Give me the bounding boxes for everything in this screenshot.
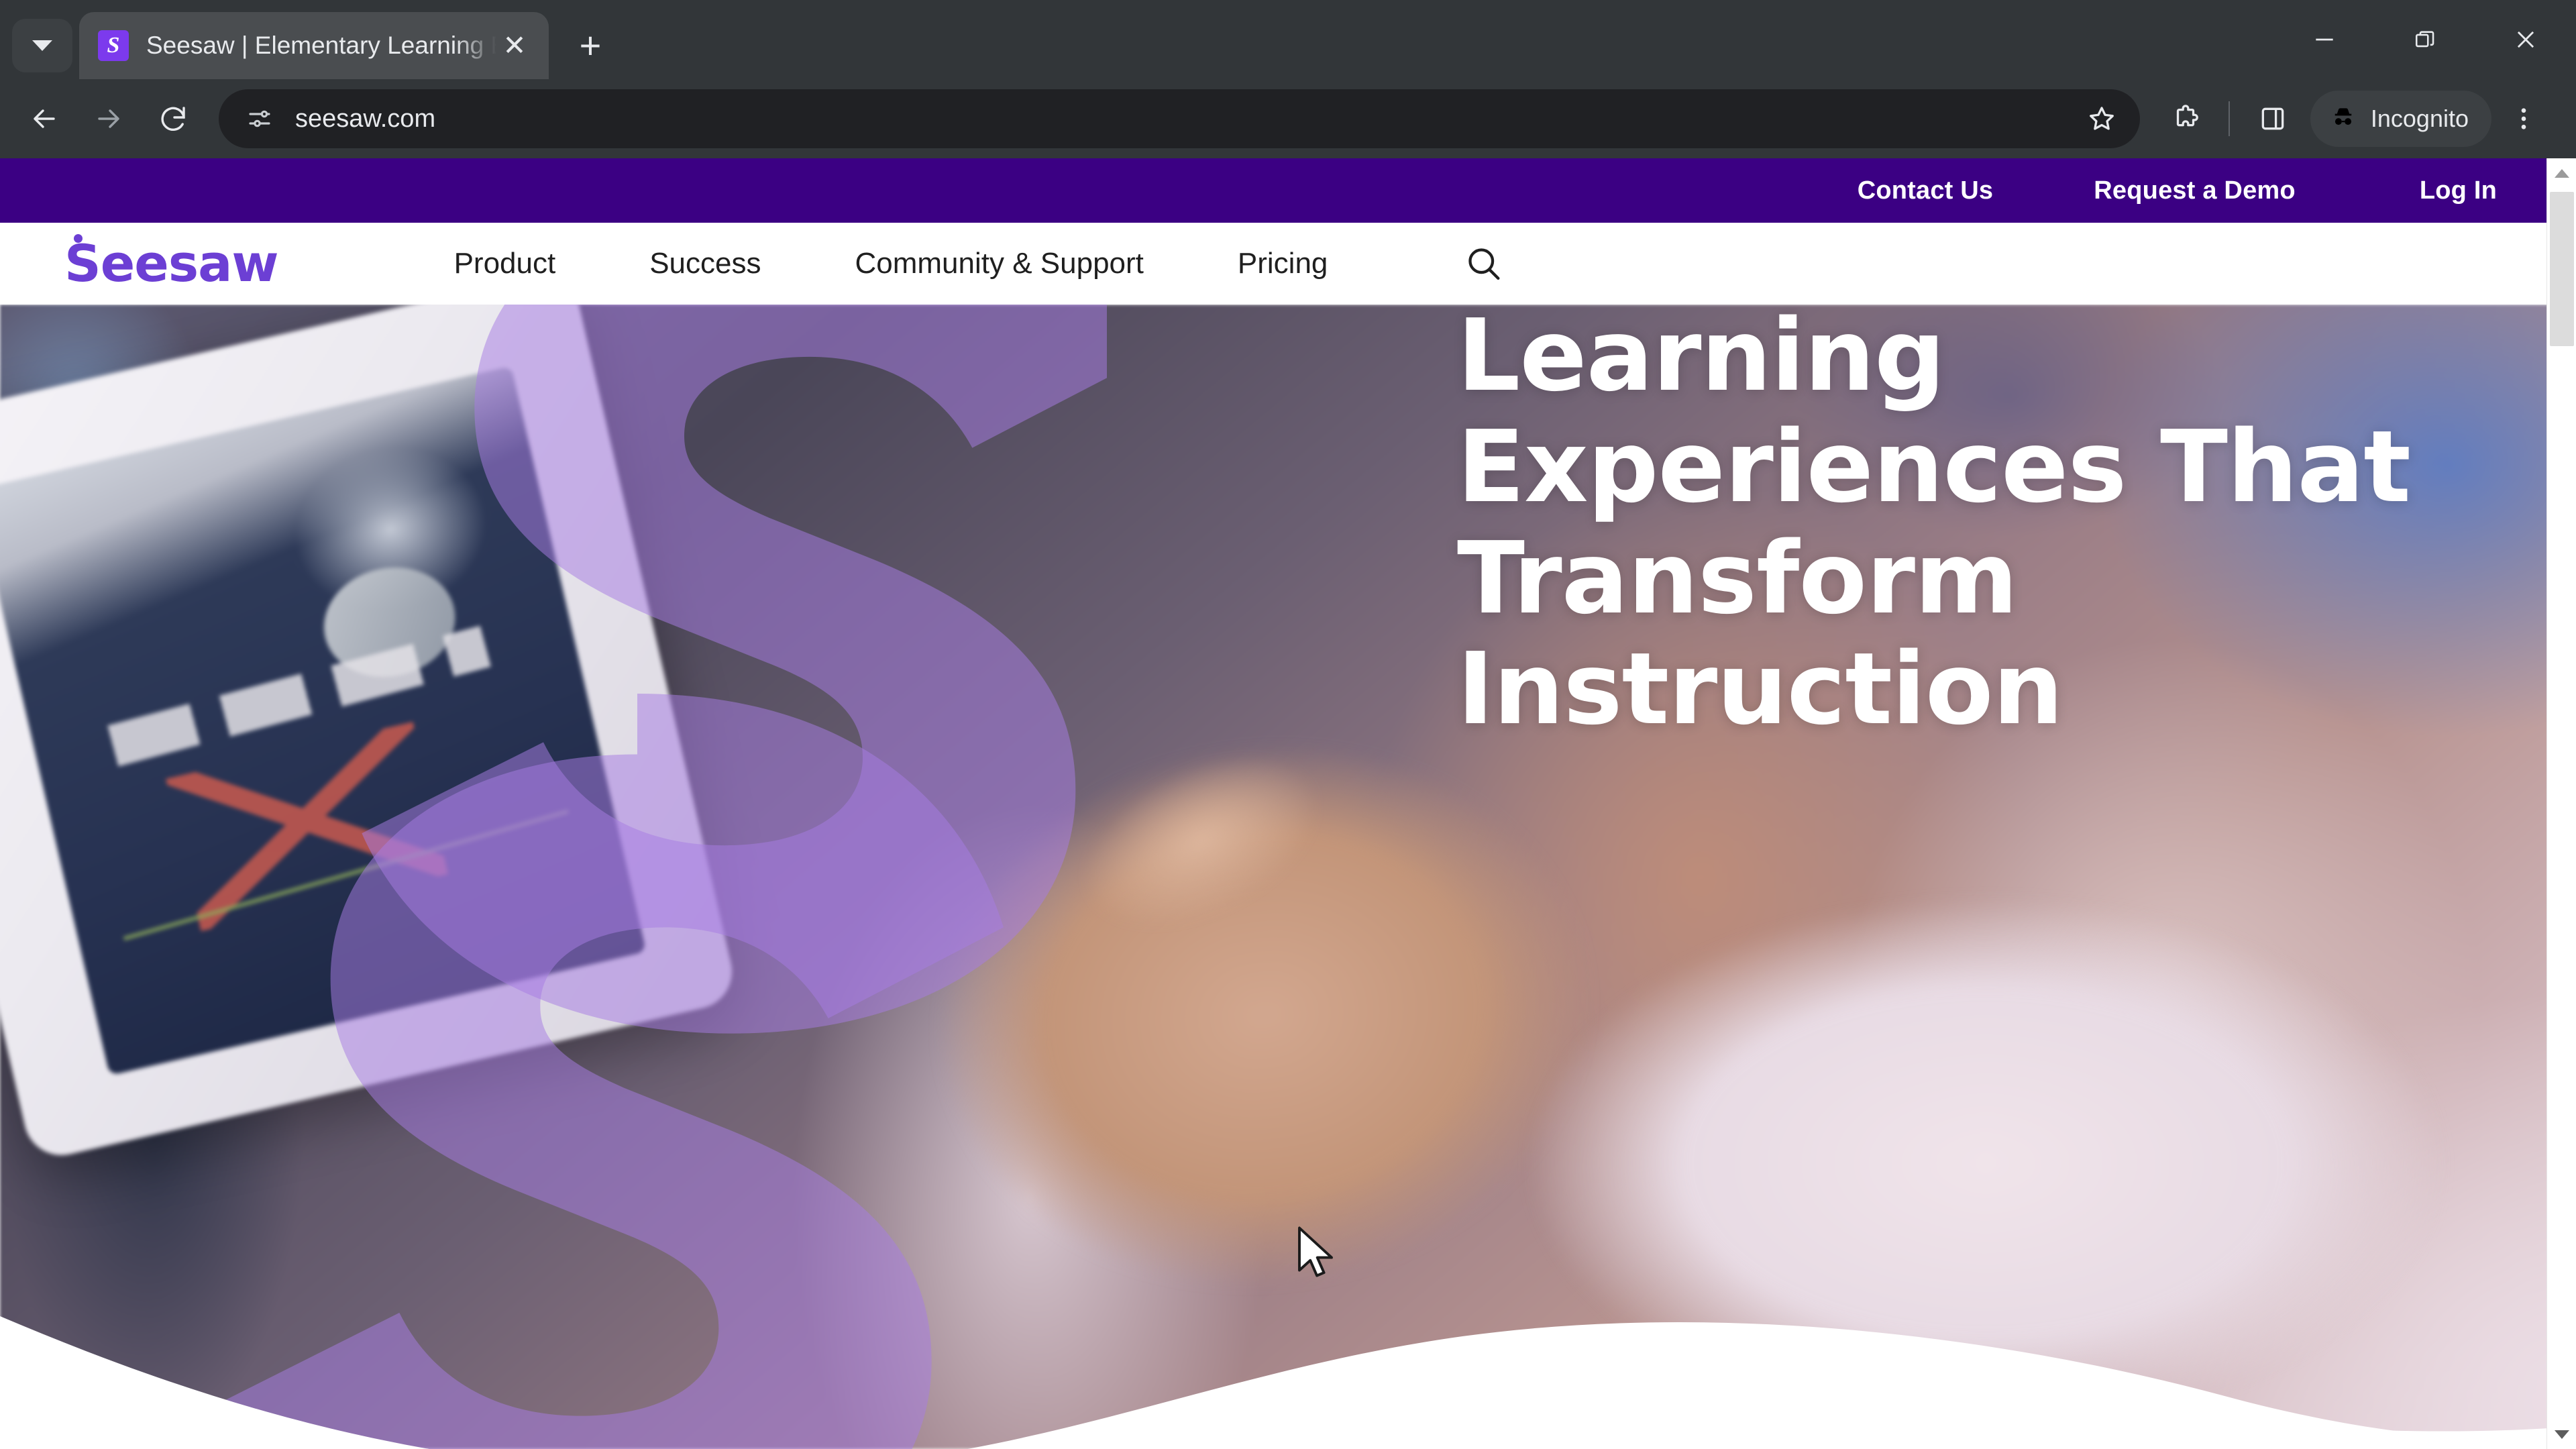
tune-icon[interactable] xyxy=(241,101,278,137)
back-arrow-icon[interactable] xyxy=(12,87,76,151)
mouse-pointer-icon xyxy=(1295,1225,1340,1285)
logo-text: Seesaw xyxy=(64,233,279,293)
incognito-indicator[interactable]: Incognito xyxy=(2310,91,2491,147)
scrollbar-thumb[interactable] xyxy=(2550,192,2574,346)
headline-line-3: Transform xyxy=(1457,520,2018,636)
utility-link-contact-us[interactable]: Contact Us xyxy=(1858,176,1994,205)
forward-arrow-icon[interactable] xyxy=(76,87,141,151)
scroll-down-arrow-icon[interactable] xyxy=(2547,1419,2576,1449)
headline-line-1: Learning xyxy=(1457,305,1945,413)
tablet-screen-red-mark xyxy=(166,722,448,932)
hero-wave-divider xyxy=(0,941,2576,1449)
tab-strip: S Seesaw | Elementary Learning E ✕ + xyxy=(0,0,2576,79)
search-icon[interactable] xyxy=(1455,235,1513,292)
three-dot-menu-icon[interactable] xyxy=(2491,87,2556,151)
browser-window: S Seesaw | Elementary Learning E ✕ + see… xyxy=(0,0,2576,1449)
minimize-icon[interactable] xyxy=(2274,0,2375,79)
utility-bar: Contact Us Request a Demo Log In xyxy=(0,158,2576,223)
window-controls xyxy=(2274,0,2576,79)
favicon-seesaw: S xyxy=(98,30,129,61)
tab-title: Seesaw | Elementary Learning E xyxy=(146,32,496,59)
nav-item-success[interactable]: Success xyxy=(649,247,761,280)
url-text: seesaw.com xyxy=(295,104,436,133)
star-icon[interactable] xyxy=(2081,98,2123,140)
incognito-label: Incognito xyxy=(2370,105,2469,132)
tab-search-button[interactable] xyxy=(12,19,72,72)
puzzle-piece-icon[interactable] xyxy=(2153,87,2218,151)
headline-line-2: Experiences That xyxy=(1457,409,2411,525)
utility-link-log-in[interactable]: Log In xyxy=(2420,176,2497,205)
chevron-down-icon xyxy=(32,40,52,51)
nav-item-pricing[interactable]: Pricing xyxy=(1238,247,1328,280)
page-viewport: Contact Us Request a Demo Log In Seesaw … xyxy=(0,158,2576,1449)
logo-dot-icon xyxy=(74,234,83,243)
tablet-screen-strip xyxy=(107,625,491,766)
page-scrollbar[interactable] xyxy=(2546,158,2576,1449)
incognito-hat-icon xyxy=(2328,102,2359,136)
restore-icon[interactable] xyxy=(2375,0,2475,79)
new-tab-button[interactable]: + xyxy=(564,19,617,72)
browser-toolbar: seesaw.com Incognito xyxy=(0,79,2576,158)
address-bar[interactable]: seesaw.com xyxy=(219,89,2140,148)
browser-tab[interactable]: S Seesaw | Elementary Learning E ✕ xyxy=(79,12,549,79)
primary-nav: Product Success Community & Support Pric… xyxy=(454,235,1513,292)
hero-headline: Learning Experiences That Transform Inst… xyxy=(1457,305,2411,747)
close-tab-icon[interactable]: ✕ xyxy=(496,28,533,64)
site-header: Seesaw Product Success Community & Suppo… xyxy=(0,223,2576,305)
close-icon[interactable] xyxy=(2475,0,2576,79)
toolbar-divider xyxy=(2228,101,2230,136)
hero-section: Learning Experiences That Transform Inst… xyxy=(0,305,2576,1449)
nav-item-community-support[interactable]: Community & Support xyxy=(855,247,1144,280)
headline-line-4: Instruction xyxy=(1457,631,2063,747)
side-panel-icon[interactable] xyxy=(2241,87,2305,151)
utility-link-request-a-demo[interactable]: Request a Demo xyxy=(2094,176,2296,205)
scroll-up-arrow-icon[interactable] xyxy=(2547,158,2576,188)
reload-icon[interactable] xyxy=(141,87,205,151)
seesaw-logo[interactable]: Seesaw xyxy=(64,234,279,289)
nav-item-product[interactable]: Product xyxy=(454,247,556,280)
